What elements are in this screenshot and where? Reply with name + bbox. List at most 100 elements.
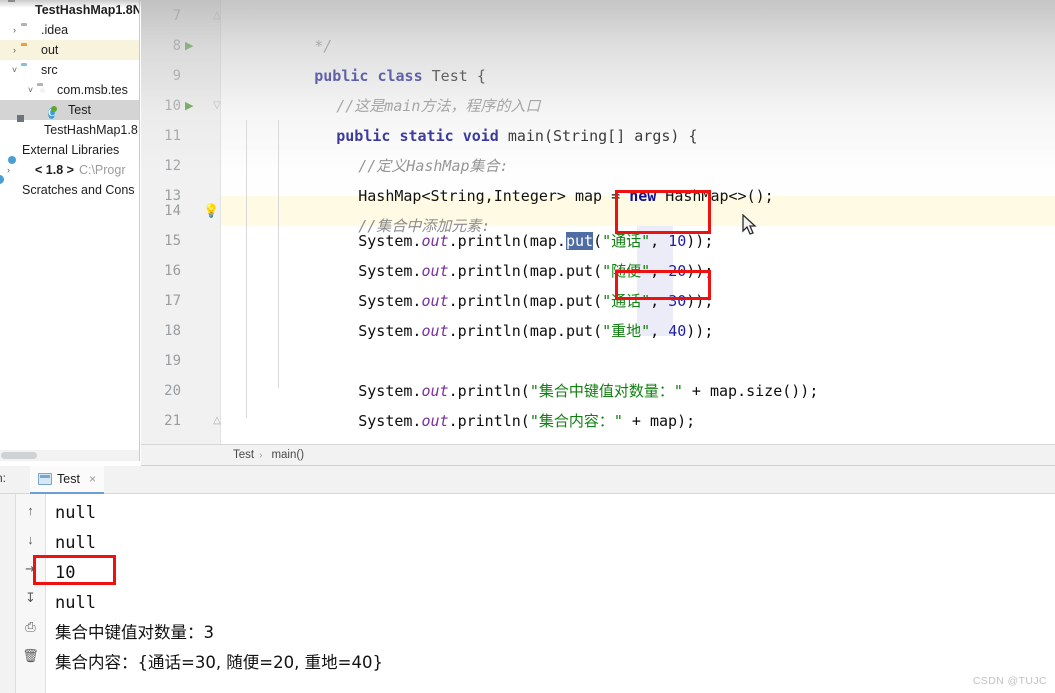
tree-item-external-libraries[interactable]: External Libraries [0,140,139,160]
line-number: 15 [164,233,181,249]
tree-item-iml-file[interactable]: TestHashMap1.8 [0,120,139,140]
run-tool-window-label: n: [0,471,7,485]
line-number: 7 [172,8,181,24]
sdk-icon [15,162,31,178]
scratches-icon [2,182,18,198]
code-text[interactable]: */ public class Test { //这是main方法，程序的入口 … [222,0,1055,450]
folder-blue-icon [21,62,37,78]
tree-item-label: Scratches and Cons [22,183,135,197]
rerun-up-icon[interactable]: ↑ [22,502,40,520]
package-icon [37,82,53,98]
tree-item-scratches[interactable]: Scratches and Cons [0,180,139,200]
code-token-map-put: map.put [529,322,594,340]
rerun-down-icon[interactable]: ↓ [22,531,40,549]
tree-item-label: out [41,43,59,57]
tree-item-out[interactable]: › out [0,40,139,60]
print-icon[interactable]: ⎙ [22,618,40,636]
intention-bulb-icon[interactable]: 💡 [203,196,219,226]
breadcrumb-separator-icon: › [259,449,263,461]
watermark: CSDN @TUJC [972,675,1047,687]
tree-item-sdk-path: C:\Progr [78,163,126,177]
console-line: null [55,533,96,553]
tree-item-label: src [41,63,58,77]
tree-item-package[interactable]: ˅ com.msb.tes [0,80,139,100]
module-icon [15,2,31,18]
code-token-println: .println( [448,412,530,430]
code-line-20: System.out.println("集合内容：" + map); [286,376,695,430]
line-number: 9 [172,68,181,84]
module-icon [24,122,40,138]
code-line-14: System.out.println(map.put("通话", 10)); [286,196,713,250]
tree-item-module-root[interactable]: › TestHashMap1.8Ne [0,0,139,20]
chevron-icon: › [2,0,15,20]
tree-item-label: .idea [41,23,69,37]
console-line: null [55,503,96,523]
tree-item-src[interactable]: ˅ src [0,60,139,80]
line-number: 14 [164,203,181,219]
line-number: 11 [164,128,181,144]
code-line-16: System.out.println(map.put("通话", 30)); [286,256,713,310]
code-line-17: System.out.println(map.put("重地", 40)); [286,286,713,340]
code-line-12: HashMap<String,Integer> map = new HashMa… [286,151,773,205]
run-config-icon [38,473,52,485]
close-icon[interactable]: × [89,472,96,486]
project-horizontal-scrollbar[interactable] [0,450,140,461]
chevron-right-icon[interactable]: › [8,20,21,40]
console-line: null [55,593,96,613]
tree-item-label: com.msb.tes [57,83,128,97]
run-tool-window-header [0,466,1055,494]
chevron-right-icon[interactable]: › [8,40,21,60]
scroll-to-end-icon[interactable]: ↧ [22,589,40,607]
code-token-value-number: 40 [668,322,687,340]
code-token-println: .println( [448,322,530,340]
tree-item-sdk[interactable]: › < 1.8 > C:\Progr [0,160,139,180]
code-line-21: } [264,406,345,450]
code-token-system: System. [358,322,422,340]
breadcrumb[interactable]: Test › main() [141,444,1055,466]
line-number: 10 [164,98,181,114]
run-tab-test[interactable]: Test × [30,466,104,494]
line-number: 18 [164,323,181,339]
console-line: 10 [55,563,76,583]
breadcrumb-class[interactable]: Test [229,449,254,461]
code-token-content-label: "集合内容：" [529,412,623,430]
scrollbar-thumb[interactable] [1,452,37,459]
java-class-icon: C [48,108,56,119]
tree-item-idea[interactable]: › .idea [0,20,139,40]
run-tool-window[interactable]: n: Test × ↑ ↓ ⇥ ↧ ⎙ 🗑 null null 10 null … [0,466,1055,693]
project-tool-window[interactable]: › TestHashMap1.8Ne › .idea › out ˅ src ˅… [0,0,140,450]
line-number: 12 [164,158,181,174]
code-editor[interactable]: 7 8 9 10 11 12 13 14 15 16 17 18 19 20 2… [141,0,1055,450]
code-token-map-tail: + map); [622,412,696,430]
code-line-19: System.out.println("集合中键值对数量：" + map.siz… [286,346,818,400]
ide-window: › TestHashMap1.8Ne › .idea › out ˅ src ˅… [0,0,1055,693]
console-toolbar[interactable]: ↑ ↓ ⇥ ↧ ⎙ 🗑 [16,494,46,693]
run-method-icon[interactable]: ▶ [185,91,199,121]
folder-gray-icon [21,22,37,38]
run-side-strip [0,494,16,693]
code-token-comma: , [650,322,669,340]
code-token-tail: )); [686,322,714,340]
breadcrumb-method[interactable]: main() [267,449,304,461]
tree-item-label: TestHashMap1.8Ne [35,3,140,17]
console-output[interactable]: null null 10 null 集合中键值对数量：3 集合内容：{通话=30… [47,494,1055,693]
code-paren: ( [593,322,603,340]
code-line-15: System.out.println(map.put("随便", 20)); [286,226,713,280]
chevron-down-icon[interactable]: ˅ [8,60,21,80]
code-token-system: System. [358,412,422,430]
chevron-down-icon[interactable]: ˅ [24,80,37,100]
mouse-cursor-icon [742,214,757,235]
run-class-icon[interactable]: ▶ [185,31,199,61]
code-token-out: out [421,412,449,430]
line-number: 16 [164,263,181,279]
tree-item-label: External Libraries [22,143,120,157]
code-token-out: out [421,322,449,340]
folder-orange-icon [21,42,37,58]
console-line: 集合内容：{通话=30, 随便=20, 重地=40} [55,653,383,672]
code-line-10: public static void main(String[] args) { [264,91,697,145]
code-token-main-signature: main(String[] args) { [507,127,698,145]
console-line: 集合中键值对数量：3 [55,623,214,642]
code-line-8: public class Test { [242,31,486,85]
trash-icon[interactable]: 🗑 [22,647,40,665]
soft-wrap-icon[interactable]: ⇥ [22,560,40,578]
